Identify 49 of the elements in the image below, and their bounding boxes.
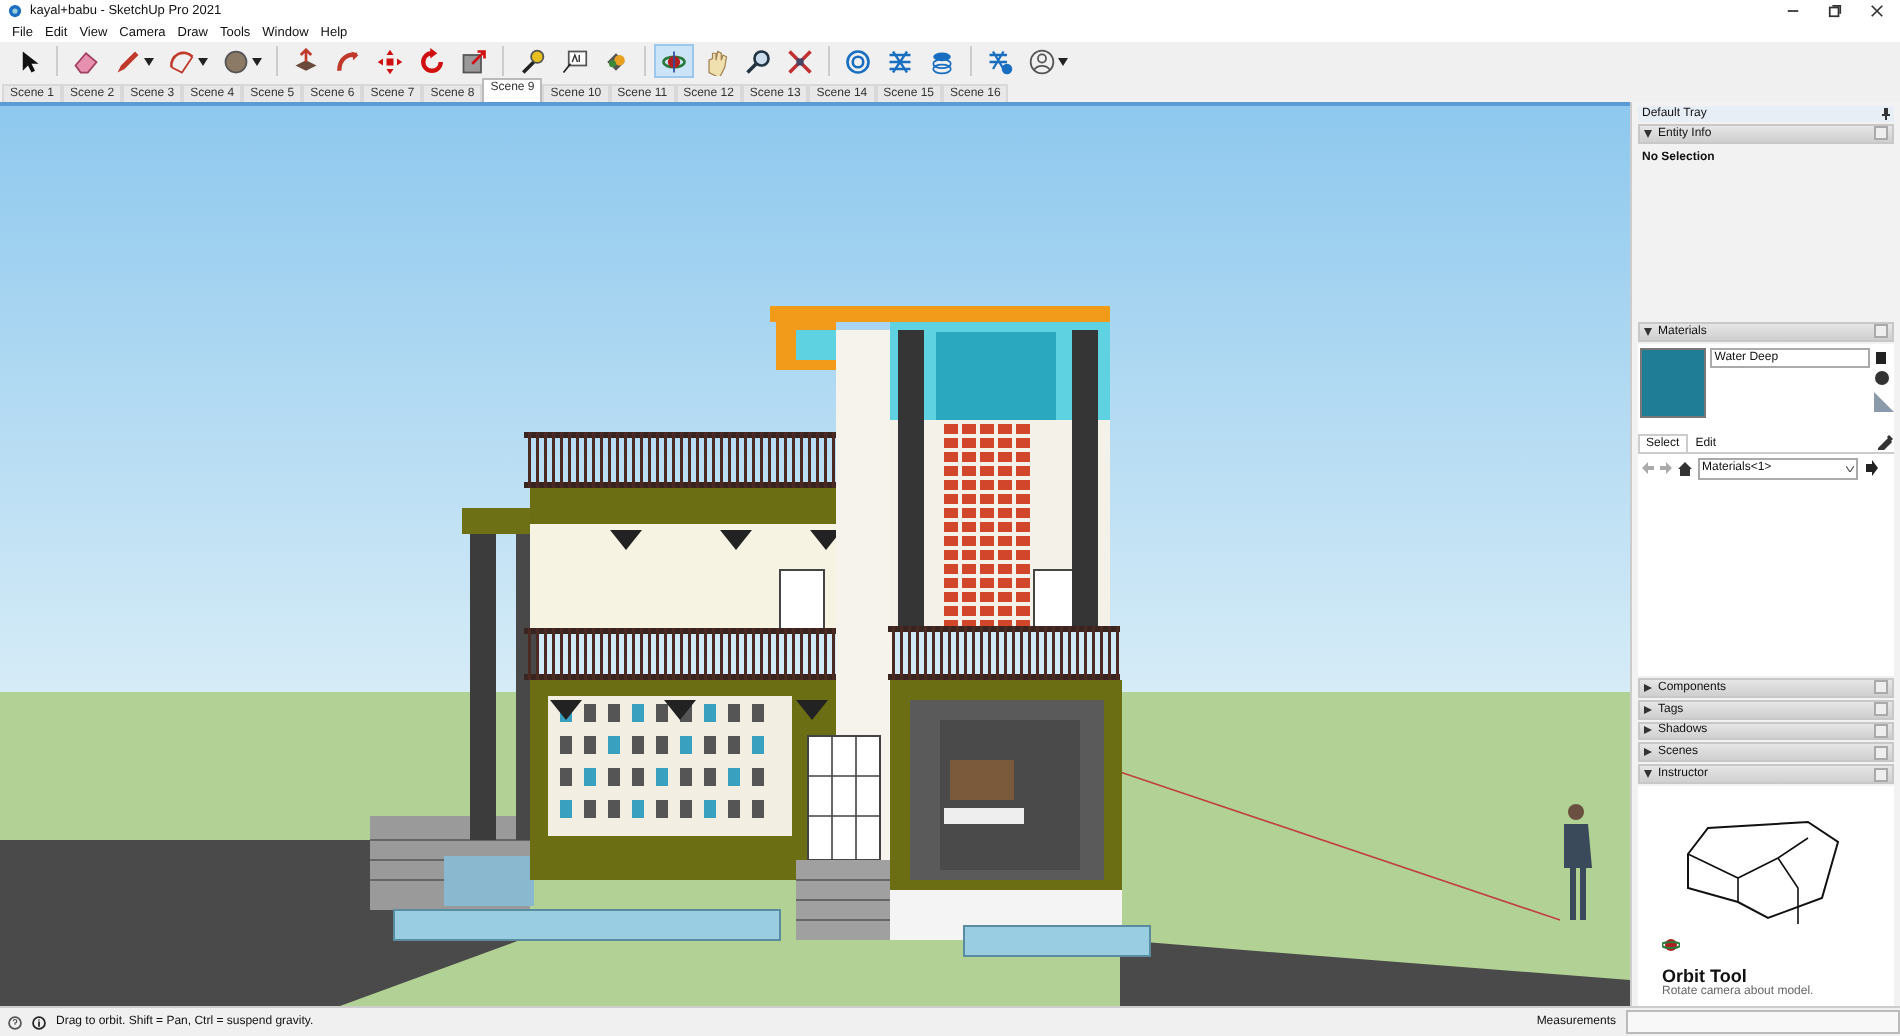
zoom-extents-icon [786, 47, 814, 75]
scale-icon [460, 47, 488, 75]
extension-manager-icon [986, 47, 1014, 75]
caret-icon [1846, 465, 1854, 472]
person-figure-drawing [1564, 804, 1592, 920]
expanded-triangle-icon[interactable] [1644, 770, 1652, 779]
close-button[interactable] [1870, 4, 1884, 18]
expanded-triangle-icon[interactable] [1644, 327, 1652, 336]
caret-icon [1058, 57, 1068, 65]
tool-name: Orbit Tool [1662, 966, 1747, 987]
caret-icon [198, 57, 208, 65]
warehouse-icon [844, 47, 872, 75]
rotate-icon [418, 47, 446, 75]
measurements-field[interactable] [1626, 1010, 1900, 1034]
info-circle-icon[interactable] [32, 1015, 46, 1029]
move-icon [376, 47, 404, 75]
home-icon[interactable] [1678, 461, 1692, 476]
text-label-icon [560, 47, 588, 75]
pin-icon[interactable] [1882, 107, 1890, 120]
tape-measure-icon [518, 47, 546, 75]
circle-icon [222, 47, 250, 75]
export-icon[interactable] [1864, 460, 1878, 477]
eraser-icon [72, 47, 100, 75]
orbit-icon [660, 47, 688, 75]
collapsed-triangle-icon[interactable] [1644, 748, 1652, 757]
restore-button[interactable] [1828, 4, 1842, 18]
minimize-button[interactable] [1786, 4, 1800, 18]
eyedropper-icon[interactable] [1878, 433, 1894, 450]
orbit-tool[interactable] [654, 44, 694, 78]
extension-warehouse-icon [886, 47, 914, 75]
collapsed-triangle-icon[interactable] [1644, 683, 1652, 692]
layers-stack-icon [928, 47, 956, 75]
orbit-icon [1662, 936, 1680, 955]
zoom-icon [744, 47, 772, 75]
pan-hand-icon [702, 47, 730, 75]
caret-icon [252, 57, 262, 65]
user-account-icon [1028, 47, 1056, 75]
app-icon [8, 4, 22, 18]
follow-me-icon [334, 47, 362, 75]
pencil-icon [114, 47, 142, 75]
collapsed-triangle-icon[interactable] [1644, 726, 1652, 735]
caret-icon [144, 57, 154, 65]
help-circle-icon[interactable] [8, 1015, 22, 1029]
arc-icon [168, 47, 196, 75]
push-pull-icon [292, 47, 320, 75]
material-swatch [1640, 347, 1707, 418]
expanded-triangle-icon[interactable] [1644, 129, 1652, 138]
collapsed-triangle-icon[interactable] [1644, 705, 1652, 714]
triangle-swatch-icon [1874, 391, 1894, 412]
